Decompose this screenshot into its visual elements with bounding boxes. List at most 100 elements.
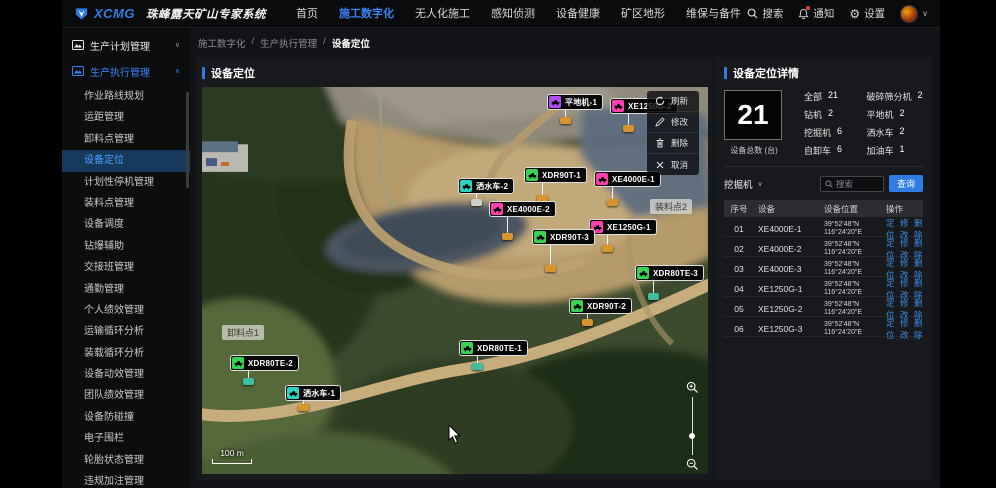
sidebar-item[interactable]: 团队绩效管理: [62, 385, 190, 406]
settings-label: 设置: [864, 6, 885, 21]
sidebar-item[interactable]: 电子围栏: [62, 428, 190, 449]
marker-label-box[interactable]: 洒水车-1: [285, 385, 341, 401]
marker-label-box[interactable]: XDR80TE-3: [635, 265, 704, 281]
stat-item: 洒水车 2: [867, 126, 924, 139]
search-input[interactable]: [836, 179, 879, 189]
zoom-out-icon[interactable]: [686, 458, 699, 471]
equipment-marker[interactable]: 洒水车-1: [285, 385, 341, 411]
latitude: 39°52'48"N: [824, 261, 882, 269]
equipment-marker[interactable]: XDR80TE-1: [459, 340, 528, 370]
marker-label-box[interactable]: 平地机-1: [547, 94, 603, 110]
sidebar-item[interactable]: 通勤管理: [62, 279, 190, 300]
marker-label-box[interactable]: XE1250G-1: [589, 219, 657, 235]
equipment-marker[interactable]: 平地机-1: [547, 94, 603, 124]
topbar: XCMG 珠峰露天矿山专家系统 首页 施工数字化 无人化施工 感知侦测 设备健康…: [62, 0, 940, 28]
equipment-marker[interactable]: XDR80TE-3: [635, 265, 704, 300]
sidebar-item[interactable]: 设备调度: [62, 214, 190, 235]
sidebar-item[interactable]: 卸料点管理: [62, 129, 190, 150]
sidebar-item[interactable]: 运距管理: [62, 107, 190, 128]
edit-icon: [655, 117, 665, 127]
equipment-marker[interactable]: XE1250G-1: [589, 219, 657, 252]
cancel-button[interactable]: 取消: [647, 154, 699, 175]
marker-label-box[interactable]: XDR90T-2: [569, 298, 632, 314]
delete-link[interactable]: 删除: [914, 317, 923, 341]
sidebar-item[interactable]: 个人绩效管理: [62, 300, 190, 321]
nav-item[interactable]: 施工数字化: [339, 0, 394, 28]
delete-button[interactable]: 删除: [647, 133, 699, 154]
nav-item[interactable]: 首页: [296, 0, 318, 28]
equipment-type-select[interactable]: 挖掘机 ∨: [724, 177, 763, 191]
equipment-marker[interactable]: XDR90T-3: [532, 229, 595, 272]
breadcrumb-item[interactable]: 生产执行管理: [260, 36, 317, 50]
nav-item[interactable]: 无人化施工: [415, 0, 470, 28]
stat-item: 自卸车 6: [804, 144, 861, 157]
edit-button[interactable]: 修改: [647, 112, 699, 133]
stat-item: 破碎筛分机 2: [867, 90, 924, 103]
equipment-marker[interactable]: XDR90T-2: [569, 298, 632, 326]
marker-label-box[interactable]: XDR90T-1: [524, 167, 587, 183]
nav-item[interactable]: 感知侦测: [491, 0, 535, 28]
app-window: XCMG 珠峰露天矿山专家系统 首页 施工数字化 无人化施工 感知侦测 设备健康…: [62, 0, 940, 488]
equipment-marker[interactable]: XE4000E-1: [594, 171, 661, 206]
sidebar-item[interactable]: 装载循环分析: [62, 343, 190, 364]
query-button[interactable]: 查询: [889, 175, 923, 192]
sidebar-item[interactable]: 运输循环分析: [62, 321, 190, 342]
vehicle-type-icon: [460, 180, 472, 192]
vehicle-glyph: [234, 360, 243, 367]
map-scale: 100 m: [212, 448, 252, 464]
table-search[interactable]: [820, 176, 884, 192]
zoom-slider-knob[interactable]: [689, 433, 695, 439]
marker-label-box[interactable]: 洒水车-2: [458, 178, 514, 194]
search-label: 搜索: [762, 6, 783, 21]
sidebar-item[interactable]: 违规加注管理: [62, 471, 190, 488]
equipment-marker[interactable]: XDR90T-1: [524, 167, 587, 202]
sidebar-item[interactable]: 设备动效管理: [62, 364, 190, 385]
vehicle-on-map: [502, 233, 513, 240]
nav-item[interactable]: 矿区地形: [621, 0, 665, 28]
map-canvas[interactable]: 装料点2 卸料点1: [202, 87, 708, 474]
sidebar-item[interactable]: 轮胎状态管理: [62, 450, 190, 471]
vehicle-type-icon: [232, 357, 244, 369]
marker-label-box[interactable]: XDR90T-3: [532, 229, 595, 245]
edit-link[interactable]: 修改: [900, 317, 909, 341]
marker-leader-line: [248, 371, 249, 378]
marker-label: XDR80TE-1: [476, 344, 526, 353]
longitude: 116°24'20"E: [824, 269, 882, 277]
cell-no: 03: [724, 264, 754, 274]
marker-label-box[interactable]: XDR80TE-2: [230, 355, 299, 371]
search-button[interactable]: 搜索: [747, 6, 783, 21]
nav-item[interactable]: 设备健康: [556, 0, 600, 28]
sidebar-item[interactable]: 计划性停机管理: [62, 172, 190, 193]
refresh-icon: [655, 96, 665, 106]
sidebar-group-production-plan[interactable]: 生产计划管理 ∨: [62, 34, 190, 56]
sidebar-item[interactable]: 设备防碰撞: [62, 407, 190, 428]
cell-position: 39°52'48"N 116°24'20"E: [820, 241, 882, 257]
stat-value: 21: [828, 90, 838, 103]
zoom-slider[interactable]: [692, 397, 693, 455]
avatar[interactable]: [900, 5, 918, 23]
longitude: 116°24'20"E: [824, 309, 882, 317]
marker-label-box[interactable]: XDR80TE-1: [459, 340, 528, 356]
map-panel-title: 设备定位: [202, 64, 708, 82]
sidebar-item[interactable]: 装料点管理: [62, 193, 190, 214]
latitude: 39°52'48"N: [824, 241, 882, 249]
sidebar-item[interactable]: 交接班管理: [62, 257, 190, 278]
user-menu[interactable]: ∨: [900, 5, 928, 23]
sidebar-item[interactable]: 设备定位: [62, 150, 190, 171]
detail-panel: 设备定位详情 21 设备总数 (台) 全部 21: [715, 57, 932, 480]
sidebar-item[interactable]: 作业路线规划: [62, 86, 190, 107]
nav-item[interactable]: 维保与备件: [686, 0, 741, 28]
sidebar-item[interactable]: 钻爆辅助: [62, 236, 190, 257]
vehicle-on-map: [607, 199, 618, 206]
equipment-marker[interactable]: XDR80TE-2: [230, 355, 299, 385]
locate-link[interactable]: 定位: [886, 317, 895, 341]
sidebar-scrollbar[interactable]: [186, 92, 189, 188]
marker-label-box[interactable]: XE4000E-2: [489, 201, 556, 217]
zoom-in-icon[interactable]: [686, 381, 699, 394]
refresh-button[interactable]: 刷新: [647, 91, 699, 112]
breadcrumb-item[interactable]: 施工数字化: [198, 36, 246, 50]
module-icon: [72, 66, 84, 76]
sidebar-group-production-exec[interactable]: 生产执行管理 ∧: [62, 60, 190, 82]
notifications-button[interactable]: 通知: [798, 6, 834, 21]
settings-button[interactable]: ⚙ 设置: [849, 6, 885, 21]
